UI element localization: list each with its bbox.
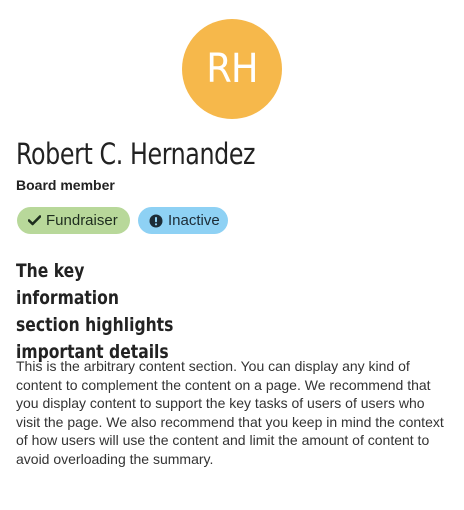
person-name: Robert C. Hernandez [16,137,256,171]
status-badges: Fundraiser Inactive [17,207,228,234]
fundraiser-badge-label: Fundraiser [46,212,118,229]
person-role: Board member [16,177,115,193]
key-information-heading-line: The key information [16,260,119,309]
key-information-heading-line: section highlights [16,314,174,336]
fundraiser-badge: Fundraiser [17,207,130,234]
profile-summary-card: RH Robert C. Hernandez Board member Fund… [0,0,464,510]
key-information-heading: The key information section highlights i… [16,258,180,366]
check-icon [28,215,41,226]
arbitrary-content-text: This is the arbitrary content section. Y… [16,358,444,467]
inactive-badge: Inactive [138,207,228,234]
exclamation-circle-icon [149,214,163,228]
inactive-badge-label: Inactive [168,212,220,229]
avatar-initials: RH [206,46,258,92]
avatar: RH [182,19,282,119]
